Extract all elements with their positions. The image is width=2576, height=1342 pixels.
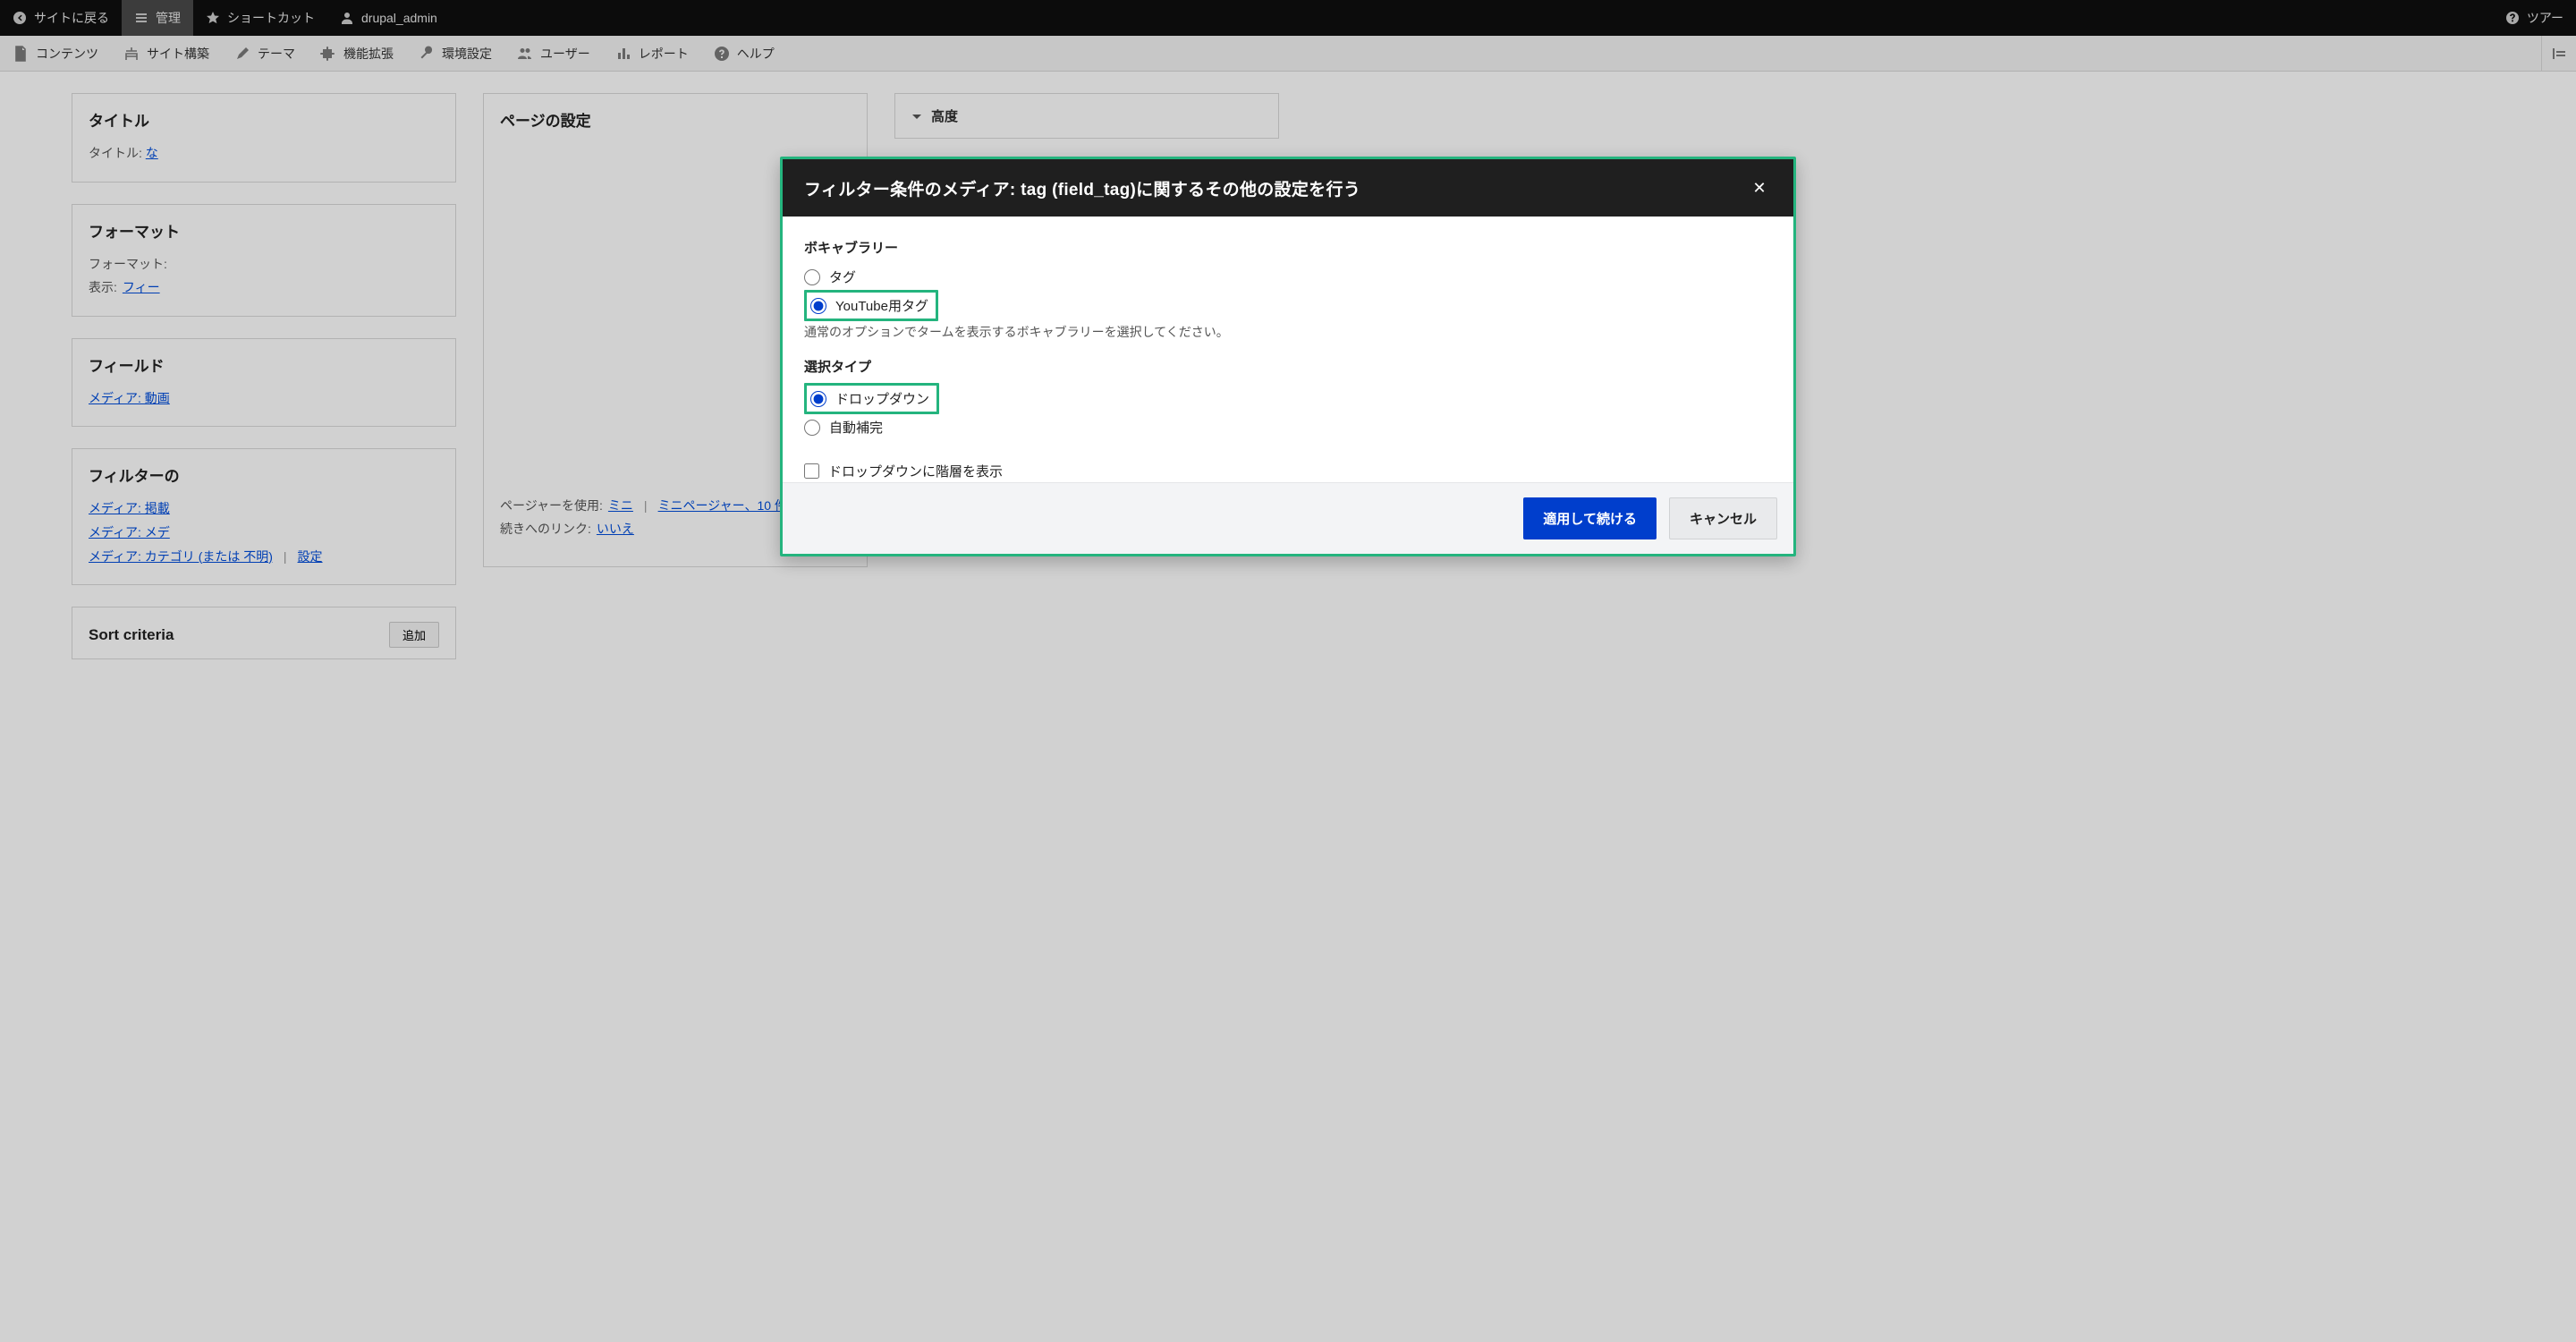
vocabulary-option-tags[interactable]: タグ bbox=[804, 264, 1772, 290]
selection-radio-dropdown-label[interactable]: ドロップダウン bbox=[835, 389, 929, 408]
selection-radio-autocomplete[interactable] bbox=[804, 420, 820, 436]
dialog-footer: 適用して続ける キャンセル bbox=[783, 482, 1793, 554]
modal-overlay: フィルター条件のメディア: tag (field_tag)に関するその他の設定を… bbox=[0, 0, 2576, 1342]
vocabulary-radio-youtube-label[interactable]: YouTube用タグ bbox=[835, 296, 928, 315]
hierarchy-checkbox-label[interactable]: ドロップダウンに階層を表示 bbox=[828, 462, 1003, 480]
hierarchy-checkbox[interactable] bbox=[804, 463, 819, 479]
vocabulary-option-youtube[interactable]: YouTube用タグ bbox=[804, 290, 938, 321]
cancel-button[interactable]: キャンセル bbox=[1669, 497, 1777, 539]
selection-type-group-label: 選択タイプ bbox=[804, 357, 1772, 376]
selection-option-dropdown[interactable]: ドロップダウン bbox=[804, 383, 939, 414]
selection-option-autocomplete[interactable]: 自動補完 bbox=[804, 414, 1772, 440]
vocabulary-radio-youtube[interactable] bbox=[810, 298, 826, 314]
close-icon: ✕ bbox=[1752, 179, 1766, 198]
dialog-body: ボキャブラリー タグ YouTube用タグ 通常のオプションでタームを表示するボ… bbox=[783, 217, 1793, 482]
vocabulary-group-label: ボキャブラリー bbox=[804, 238, 1772, 257]
hierarchy-checkbox-row[interactable]: ドロップダウンに階層を表示 bbox=[804, 456, 1772, 480]
vocabulary-hint: 通常のオプションでタームを表示するボキャブラリーを選択してください。 bbox=[804, 323, 1772, 341]
selection-type-group: 選択タイプ ドロップダウン 自動補完 bbox=[804, 357, 1772, 440]
apply-button[interactable]: 適用して続ける bbox=[1523, 497, 1657, 539]
filter-settings-dialog: フィルター条件のメディア: tag (field_tag)に関するその他の設定を… bbox=[780, 157, 1796, 556]
selection-radio-autocomplete-label[interactable]: 自動補完 bbox=[829, 418, 883, 437]
selection-radio-dropdown[interactable] bbox=[810, 391, 826, 407]
vocabulary-radio-tags[interactable] bbox=[804, 269, 820, 285]
vocabulary-group: ボキャブラリー タグ YouTube用タグ 通常のオプションでタームを表示するボ… bbox=[804, 238, 1772, 341]
dialog-title: フィルター条件のメディア: tag (field_tag)に関するその他の設定を… bbox=[804, 176, 1747, 200]
dialog-close-button[interactable]: ✕ bbox=[1747, 175, 1772, 200]
dialog-header: フィルター条件のメディア: tag (field_tag)に関するその他の設定を… bbox=[783, 159, 1793, 217]
vocabulary-radio-tags-label[interactable]: タグ bbox=[829, 268, 856, 286]
